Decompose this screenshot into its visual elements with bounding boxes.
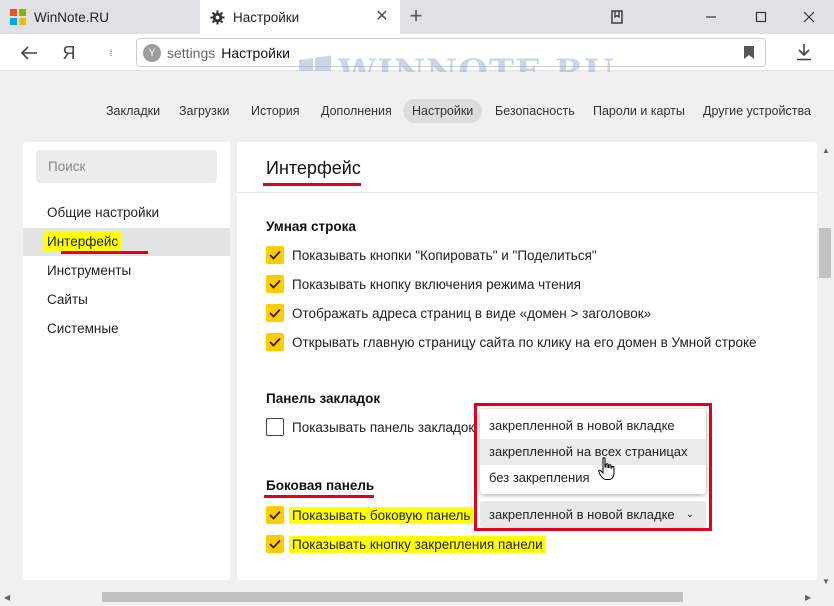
checkbox-open-domain[interactable]: Открывать главную страницу сайта по клик… (266, 332, 757, 352)
select-value: закрепленной в новой вкладке (489, 507, 675, 522)
dropdown-menu: закрепленной в новой вкладке закрепленно… (480, 409, 706, 494)
checkbox-unchecked-icon[interactable] (266, 418, 284, 436)
topnav-passwords[interactable]: Пароли и карты (584, 99, 694, 123)
checkbox-domain-title[interactable]: Отображать адреса страниц в виде «домен … (266, 303, 651, 323)
checkbox-label: Показывать боковую панель (289, 506, 474, 524)
dropdown-option-new-tab[interactable]: закрепленной в новой вкладке (480, 413, 706, 439)
checkbox-checked-icon[interactable] (266, 275, 284, 293)
vertical-scrollbar[interactable] (817, 142, 834, 588)
url-text: settings (167, 44, 216, 61)
page-title: Интерфейс (266, 158, 361, 178)
topnav-bookmarks[interactable]: Закладки (97, 99, 169, 123)
topnav-other-devices[interactable]: Другие устройства (694, 99, 820, 123)
checkbox-checked-icon[interactable] (266, 246, 284, 264)
back-button[interactable] (16, 40, 42, 66)
sidebar-item-system[interactable]: Системные (23, 315, 230, 343)
section-heading-bookmarks-bar: Панель закладок (266, 391, 381, 406)
checkbox-checked-icon[interactable] (266, 535, 284, 553)
sidebar-item-label: Интерфейс (44, 232, 122, 251)
search-input[interactable]: Поиск (36, 150, 217, 183)
checkbox-label: Отображать адреса страниц в виде «домен … (292, 305, 652, 321)
checkbox-show-side-panel[interactable]: Показывать боковую панель (266, 505, 474, 525)
dropdown-option-all-pages[interactable]: закрепленной на всех страницах (480, 439, 706, 465)
sidebar-item-sites[interactable]: Сайты (23, 286, 230, 314)
new-tab-button[interactable]: + (404, 5, 428, 29)
download-icon[interactable] (796, 43, 812, 64)
section-heading-smart-line: Умная строка (266, 219, 356, 234)
checkbox-label: Показывать кнопку закрепления панели (289, 535, 546, 553)
tab-title: WinNote.RU (34, 9, 110, 25)
close-window-button[interactable] (786, 0, 832, 34)
maximize-button[interactable] (738, 0, 784, 34)
sidebar-item-general[interactable]: Общие настройки (23, 199, 230, 227)
sidebar-item-label: Сайты (47, 292, 88, 307)
close-tab-icon[interactable]: ✕ (374, 9, 390, 25)
checkbox-copy-share[interactable]: Показывать кнопки "Копировать" и "Подели… (266, 245, 597, 265)
checkbox-checked-icon[interactable] (266, 304, 284, 322)
section-heading-side-panel: Боковая панель (266, 478, 375, 493)
scroll-down-icon[interactable]: ▼ (822, 577, 830, 586)
page-title-text: Настройки (221, 44, 290, 61)
checkbox-show-pin-button[interactable]: Показывать кнопку закрепления панели (266, 534, 546, 554)
menu-dots-icon[interactable]: ⁞ (98, 40, 124, 66)
bookmark-icon[interactable] (743, 45, 755, 63)
scroll-right-icon[interactable]: ▶ (805, 593, 811, 602)
hand-cursor-icon (598, 457, 616, 484)
checkbox-bookmarks-bar[interactable]: Показывать панель закладок (266, 417, 474, 437)
checkbox-label: Показывать кнопку включения режима чтени… (292, 276, 581, 292)
annotation-underline (61, 251, 148, 254)
arrow-left-icon (20, 46, 37, 60)
checkbox-checked-icon[interactable] (266, 506, 284, 524)
checkbox-checked-icon[interactable] (266, 333, 284, 351)
yandex-logo-icon: Я (62, 42, 76, 63)
sidebar-item-label: Общие настройки (47, 205, 160, 220)
topnav-security[interactable]: Безопасность (486, 99, 584, 123)
collections-icon[interactable] (594, 0, 640, 34)
horizontal-scroll-thumb[interactable] (102, 592, 683, 602)
scroll-left-icon[interactable]: ◀ (4, 593, 10, 602)
sidebar-item-label: Системные (47, 321, 119, 336)
sidebar-item-label: Инструменты (47, 263, 132, 278)
tab-winnote[interactable]: WinNote.RU (0, 0, 200, 34)
chevron-down-icon: ⌄ (685, 509, 694, 520)
divider (237, 192, 817, 193)
checkbox-label: Показывать панель закладок (292, 419, 475, 435)
checkbox-label: Открывать главную страницу сайта по клик… (292, 334, 757, 350)
topnav-downloads[interactable]: Загрузки (170, 99, 238, 123)
topnav-history[interactable]: История (242, 99, 308, 123)
vertical-scroll-thumb[interactable] (819, 228, 831, 278)
tab-title: Настройки (233, 9, 300, 25)
annotation-underline (263, 183, 361, 186)
yandex-home-button[interactable]: Я (56, 40, 82, 66)
checkbox-label: Показывать кнопки "Копировать" и "Подели… (292, 247, 597, 263)
scroll-up-icon[interactable]: ▲ (822, 146, 830, 155)
checkbox-reading-mode[interactable]: Показывать кнопку включения режима чтени… (266, 274, 581, 294)
tab-settings[interactable]: Настройки ✕ (200, 0, 400, 34)
title-bar: WinNote.RU Настройки ✕ + (0, 0, 834, 34)
topnav-extensions[interactable]: Дополнения (312, 99, 401, 123)
site-icon: Y (143, 43, 161, 62)
annotation-underline (264, 495, 374, 498)
sidebar-item-tools[interactable]: Инструменты (23, 257, 230, 285)
dropdown-option-unpinned[interactable]: без закрепления (480, 465, 706, 491)
side-panel-mode-select[interactable]: закрепленной в новой вкладке ⌄ (480, 501, 706, 528)
minimize-button[interactable] (688, 0, 734, 34)
gear-icon (210, 9, 225, 25)
settings-sidebar: Поиск Общие настройки Интерфейс Инструме… (23, 142, 230, 580)
topnav-settings[interactable]: Настройки (403, 99, 483, 123)
windows-logo-icon (10, 9, 26, 25)
settings-top-nav: Закладки Загрузки История Дополнения Нас… (0, 72, 834, 142)
